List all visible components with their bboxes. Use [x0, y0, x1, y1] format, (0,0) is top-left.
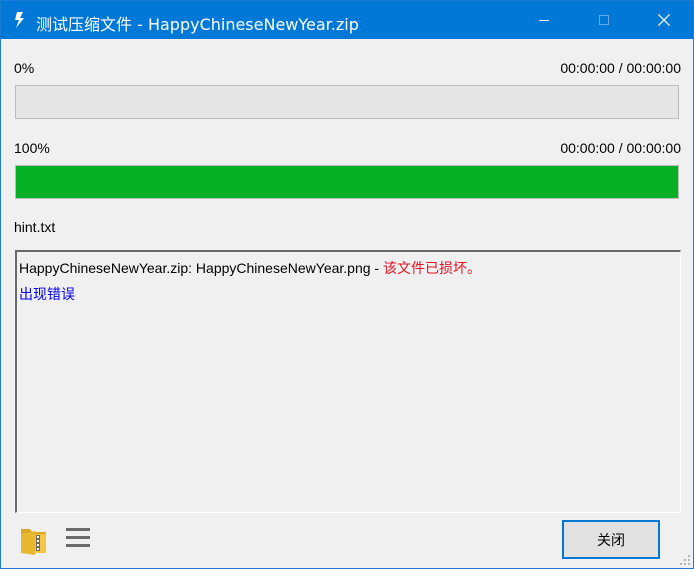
maximize-icon	[599, 15, 609, 25]
file-progress-bar	[15, 85, 679, 119]
file-progress-time: 00:00:00 / 00:00:00	[560, 60, 681, 76]
hamburger-menu-icon[interactable]	[66, 526, 90, 550]
current-file-label: hint.txt	[14, 219, 56, 235]
log-file-path: HappyChineseNewYear.zip: HappyChineseNew…	[19, 260, 383, 276]
resize-grip-icon[interactable]	[679, 554, 691, 566]
test-archive-window: 测试压缩文件 - HappyChineseNewYear.zip 0% 00:0…	[0, 0, 694, 569]
file-progress-percent: 0%	[14, 60, 35, 76]
close-icon	[658, 14, 670, 26]
maximize-button[interactable]	[581, 1, 627, 39]
folder-zip-icon[interactable]	[19, 523, 49, 555]
log-line: HappyChineseNewYear.zip: HappyChineseNew…	[19, 260, 680, 286]
total-progress-fill	[16, 166, 678, 198]
log-error-message: 该文件已损坏。	[382, 260, 481, 276]
minimize-button[interactable]	[521, 1, 567, 39]
close-button[interactable]: 关闭	[562, 520, 660, 559]
total-progress-percent: 100%	[14, 140, 50, 156]
close-window-button[interactable]	[641, 1, 687, 39]
window-title: 测试压缩文件 - HappyChineseNewYear.zip	[36, 15, 359, 34]
log-area[interactable]: HappyChineseNewYear.zip: HappyChineseNew…	[15, 250, 681, 513]
minimize-icon	[539, 20, 549, 21]
title-bar[interactable]: 测试压缩文件 - HappyChineseNewYear.zip	[1, 1, 693, 39]
total-progress-bar	[15, 165, 679, 199]
log-error-summary: 出现错误	[19, 286, 75, 302]
app-icon	[15, 12, 24, 28]
total-progress-time: 00:00:00 / 00:00:00	[560, 140, 681, 156]
